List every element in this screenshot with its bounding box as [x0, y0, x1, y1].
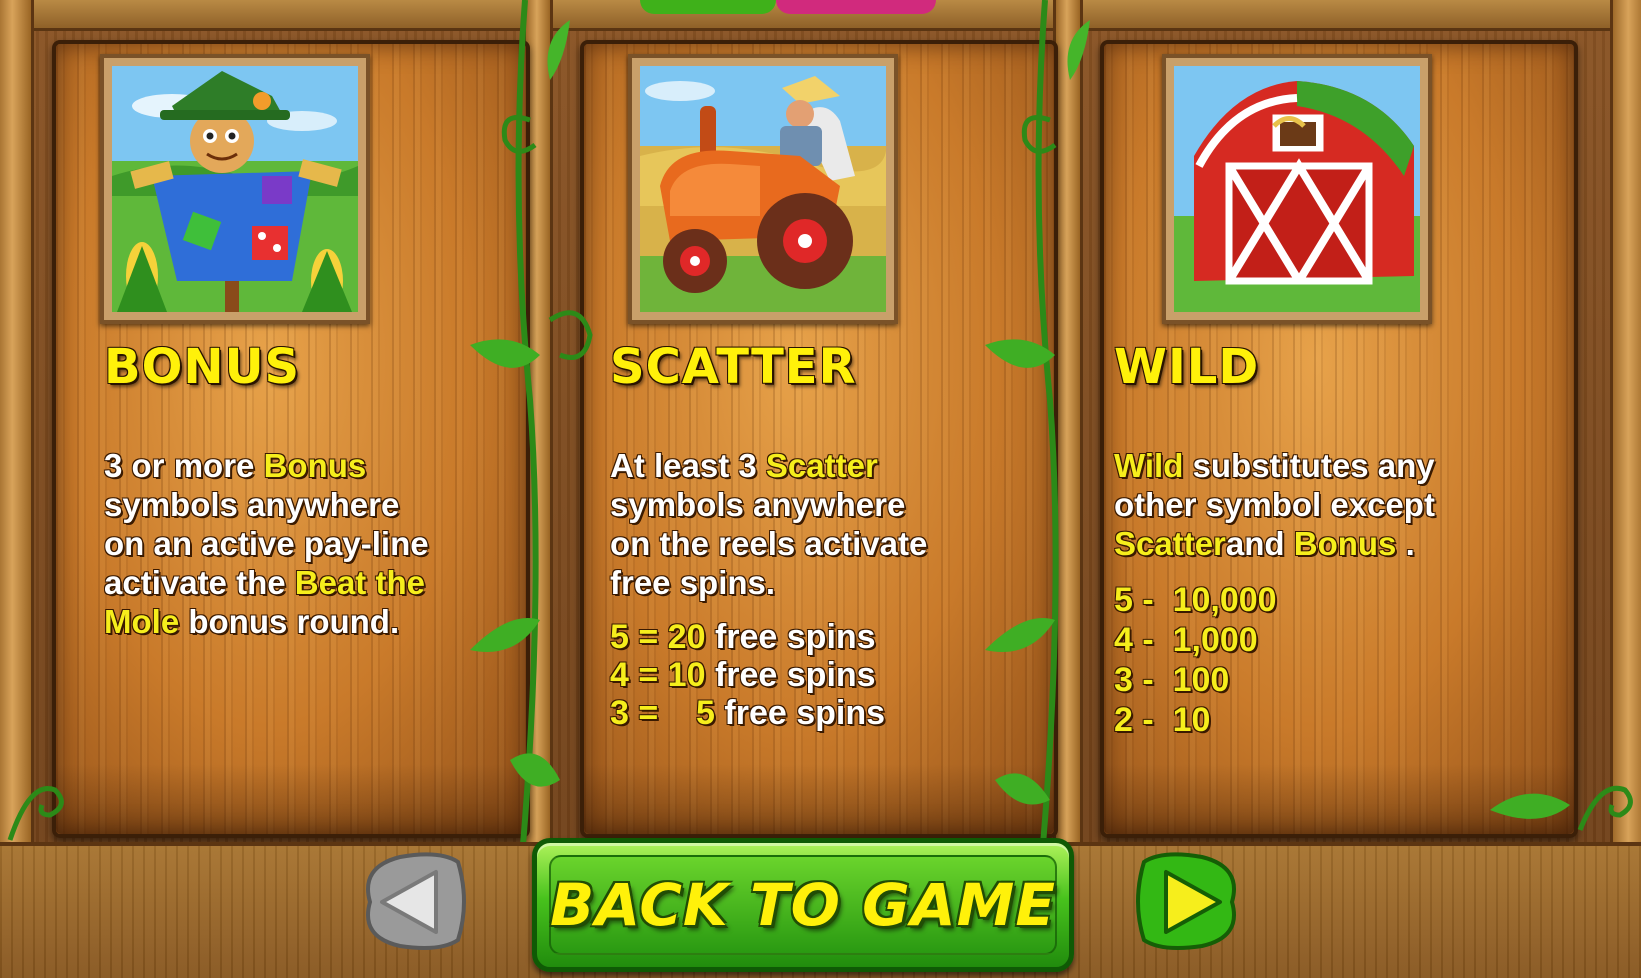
tractor-icon: [640, 66, 886, 312]
wild-payout-row: 2 - 10: [1114, 700, 1277, 740]
scatter-payout-row: 3 = 5 free spins: [610, 694, 885, 732]
panel-shade: [56, 764, 526, 834]
scatter-payout-row: 4 = 10 free spins: [610, 656, 885, 694]
top-tab-green: [640, 0, 776, 14]
panel-shade: [1104, 764, 1574, 834]
bonus-keyword: Bonus: [263, 447, 367, 484]
back-to-game-label: BACK TO GAME: [550, 871, 1056, 939]
bonus-keyword: Beat the: [294, 564, 425, 601]
payout-suffix: free spins: [705, 618, 876, 656]
payout-count: 4: [1114, 621, 1133, 659]
payout-value: 1,000: [1172, 621, 1258, 659]
payout-count: 5 =: [610, 618, 659, 656]
payout-suffix: free spins: [714, 694, 886, 732]
payout-value: 20: [667, 618, 706, 656]
payout-sep: -: [1132, 701, 1173, 739]
top-tab-pink: [776, 0, 936, 14]
arrow-left-icon: [366, 852, 466, 950]
panel-shade: [584, 764, 1054, 834]
wild-keyword: Wild: [1114, 447, 1184, 484]
payout-count: 3 =: [610, 694, 659, 732]
scatter-panel: SCATTER At least 3 Scatter symbols anywh…: [580, 40, 1058, 838]
scatter-text: free spins.: [610, 564, 776, 601]
payout-sep: -: [1132, 661, 1173, 699]
scatter-payout-row: 5 = 20 free spins: [610, 618, 885, 656]
scatter-text: At least 3: [610, 447, 766, 484]
payout-count: 4 =: [610, 656, 659, 694]
scatter-symbol-frame: [628, 54, 898, 324]
bonus-text: on an active pay-line: [104, 525, 429, 562]
top-wood-bar: [0, 0, 1641, 31]
scatter-text: symbols anywhere: [610, 486, 906, 523]
scarecrow-icon: [112, 66, 358, 312]
back-to-game-button[interactable]: BACK TO GAME: [532, 838, 1074, 972]
wild-text: .: [1396, 525, 1415, 562]
payout-value: 10,000: [1172, 581, 1277, 619]
bonus-symbol-frame: [100, 54, 370, 324]
scatter-text: on the reels activate: [610, 525, 928, 562]
arrow-right-icon: [1136, 852, 1236, 950]
wood-post-left: [0, 0, 34, 860]
wild-keyword: Scatter: [1114, 525, 1226, 562]
scatter-description: At least 3 Scatter symbols anywhere on t…: [610, 446, 1030, 602]
wild-payout-row: 4 - 1,000: [1114, 620, 1277, 660]
wild-payout-row: 3 - 100: [1114, 660, 1277, 700]
wild-panel: WILD Wild substitutes any other symbol e…: [1100, 40, 1578, 838]
payout-count: 3: [1114, 661, 1133, 699]
bonus-text: bonus round.: [179, 603, 400, 640]
bonus-text: symbols anywhere: [104, 486, 400, 523]
bonus-description: 3 or more Bonus symbols anywhere on an a…: [104, 446, 484, 641]
payout-value: 100: [1172, 661, 1230, 699]
prev-page-button[interactable]: [340, 842, 470, 960]
payout-sep: -: [1132, 581, 1173, 619]
wild-text: and: [1225, 525, 1294, 562]
scatter-keyword: Scatter: [765, 447, 878, 484]
wild-payout-row: 5 - 10,000: [1114, 580, 1277, 620]
payout-value: 5: [696, 694, 715, 732]
barn-icon: [1174, 66, 1420, 312]
wild-text: substitutes any: [1183, 447, 1435, 484]
wild-payouts: 5 - 10,000 4 - 1,000 3 - 100 2 - 10: [1114, 580, 1277, 740]
next-page-button[interactable]: [1132, 842, 1262, 960]
wild-text: other symbol except: [1114, 486, 1435, 523]
wild-description: Wild substitutes any other symbol except…: [1114, 446, 1554, 563]
bonus-text: 3 or more: [104, 447, 264, 484]
bonus-panel: BONUS 3 or more Bonus symbols anywhere o…: [52, 40, 530, 838]
bonus-text: activate the: [104, 564, 286, 601]
bonus-keyword: Mole: [104, 603, 180, 640]
payout-count: 5: [1114, 581, 1133, 619]
bonus-title: BONUS: [104, 339, 301, 395]
payout-suffix: free spins: [705, 656, 876, 694]
scatter-payouts: 5 = 20 free spins 4 = 10 free spins 3 = …: [610, 618, 885, 732]
wild-title: WILD: [1114, 339, 1260, 395]
payout-count: 2: [1114, 701, 1133, 739]
wild-symbol-frame: [1162, 54, 1432, 324]
wild-keyword: Bonus: [1293, 525, 1397, 562]
payout-sep: -: [1132, 621, 1173, 659]
payout-value: 10: [667, 656, 706, 694]
payout-value: 10: [1172, 701, 1211, 739]
scatter-title: SCATTER: [610, 339, 857, 395]
wood-post-right: [1610, 0, 1641, 860]
